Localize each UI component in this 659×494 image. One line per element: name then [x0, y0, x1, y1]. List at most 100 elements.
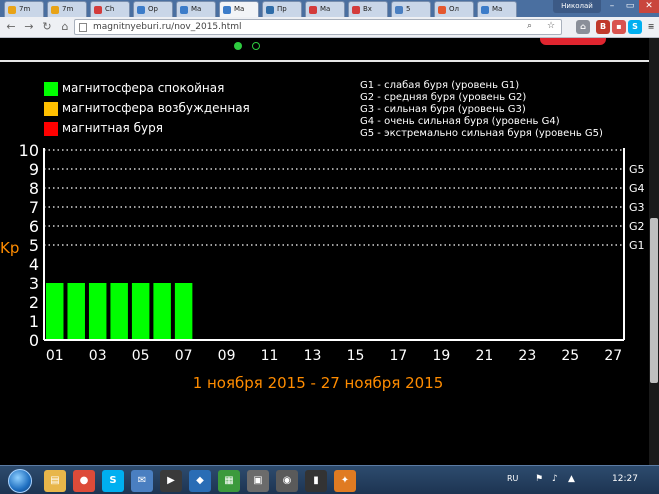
browser-tab[interactable]: 7m — [4, 1, 44, 17]
app-blue-taskbar-icon[interactable]: ◆ — [189, 470, 211, 492]
x-tick-label: 05 — [132, 348, 150, 364]
forward-arrow-icon[interactable]: → — [22, 20, 36, 34]
address-bar[interactable]: magnitnyeburi.ru/nov_2015.html ⌕ ☆ — [74, 19, 562, 35]
back-arrow-icon[interactable]: ← — [4, 20, 18, 34]
tab-favicon-icon — [51, 6, 59, 14]
tab-label: Ma — [191, 5, 202, 13]
tab-label: 7m — [62, 5, 74, 13]
browser-toolbar: ← → ↻ ⌂ magnitnyeburi.ru/nov_2015.html ⌕… — [0, 17, 659, 38]
star-icon[interactable]: ☆ — [547, 21, 555, 31]
menu-icon[interactable]: ≡ — [644, 20, 658, 34]
tab-label: Пр — [277, 5, 287, 13]
y-tick-label: 0 — [29, 331, 39, 350]
tab-favicon-icon — [395, 6, 403, 14]
y-axis-title: Kp — [0, 239, 19, 257]
chrome-taskbar-icon[interactable]: ● — [73, 470, 95, 492]
app-grey-taskbar-icon[interactable]: ▣ — [247, 470, 269, 492]
tab-favicon-icon — [309, 6, 317, 14]
tray-flag-icon[interactable]: ⚑ — [535, 474, 543, 484]
browser-tab[interactable]: 7m — [47, 1, 87, 17]
user-profile-badge[interactable]: Николай — [553, 0, 601, 13]
g-level-label: G1 — [629, 239, 645, 252]
app-green-taskbar-icon[interactable]: ▦ — [218, 470, 240, 492]
y-tick-label: 5 — [29, 236, 39, 255]
x-tick-label: 09 — [218, 348, 236, 364]
mail-taskbar-icon[interactable]: ✉ — [131, 470, 153, 492]
y-tick-label: 2 — [29, 293, 39, 312]
x-tick-label: 21 — [475, 348, 493, 364]
tab-favicon-icon — [8, 6, 16, 14]
url-text[interactable]: magnitnyeburi.ru/nov_2015.html — [93, 22, 242, 32]
reload-icon[interactable]: ↻ — [40, 20, 54, 34]
y-tick-label: 4 — [29, 255, 39, 274]
tab-label: Ch — [105, 5, 115, 13]
browser-tab[interactable]: Ma — [176, 1, 216, 17]
browser-tab[interactable]: Пр — [262, 1, 302, 17]
x-tick-label: 25 — [561, 348, 579, 364]
network-icon[interactable]: ▲ — [568, 474, 575, 484]
kp-bar — [131, 283, 150, 340]
browser-tab[interactable]: Ma — [305, 1, 345, 17]
page-content: магнитосфера спокойная магнитосфера возб… — [0, 38, 659, 465]
g-level-label: G2 — [629, 220, 645, 233]
app-orange-taskbar-icon[interactable]: ✦ — [334, 470, 356, 492]
app-media-taskbar-icon[interactable]: ◉ — [276, 470, 298, 492]
x-tick-label: 19 — [432, 348, 450, 364]
y-tick-label: 6 — [29, 217, 39, 236]
windows-taskbar: ▤ ● S ✉ ▶ ◆ ▦ ▣ ◉ ▮ ✦ RU ⚑ ♪ ▲ 12:27 — [0, 465, 659, 494]
x-tick-label: 13 — [304, 348, 322, 364]
y-tick-label: 3 — [29, 274, 39, 293]
tab-label: Ma — [320, 5, 331, 13]
explorer-taskbar-icon[interactable]: ▤ — [44, 470, 66, 492]
x-tick-label: 27 — [604, 348, 622, 364]
kp-bar — [67, 283, 85, 340]
tab-favicon-icon — [180, 6, 188, 14]
kp-bar — [110, 283, 128, 340]
x-tick-label: 07 — [175, 348, 193, 364]
tab-label: Op — [148, 5, 158, 13]
browser-tab[interactable]: Ch — [90, 1, 130, 17]
kp-bar — [46, 283, 64, 340]
x-tick-label: 15 — [347, 348, 365, 364]
tab-label: Ma — [234, 5, 245, 13]
tab-favicon-icon — [94, 6, 102, 14]
browser-tab[interactable]: 5 — [391, 1, 431, 17]
kp-bar — [174, 283, 193, 340]
close-window-icon[interactable]: ✕ — [639, 0, 659, 13]
scrollbar-thumb[interactable] — [650, 218, 658, 383]
y-tick-label: 8 — [29, 179, 39, 198]
start-button[interactable] — [8, 469, 32, 493]
tab-label: Ол — [449, 5, 459, 13]
minimize-icon[interactable]: – — [603, 0, 621, 13]
maximize-icon[interactable]: ▭ — [621, 0, 639, 13]
y-tick-label: 10 — [19, 141, 39, 160]
g-level-label: G4 — [629, 182, 645, 195]
home-icon[interactable]: ⌂ — [58, 20, 72, 34]
language-indicator[interactable]: RU — [507, 474, 518, 483]
skype-extension-icon[interactable]: S — [628, 20, 642, 34]
tab-label: 5 — [406, 5, 411, 13]
media-taskbar-icon[interactable]: ▶ — [160, 470, 182, 492]
kp-bar — [88, 283, 107, 340]
extension-red-icon[interactable]: ▪ — [612, 20, 626, 34]
skype-taskbar-icon[interactable]: S — [102, 470, 124, 492]
app-terminal-taskbar-icon[interactable]: ▮ — [305, 470, 327, 492]
y-tick-label: 1 — [29, 312, 39, 331]
extension-b-icon[interactable]: B — [596, 20, 610, 34]
y-tick-label: 7 — [29, 198, 39, 217]
tab-favicon-icon — [223, 6, 231, 14]
browser-tab[interactable]: Ma — [219, 1, 259, 17]
tab-favicon-icon — [137, 6, 145, 14]
clock[interactable]: 12:27 — [612, 474, 638, 484]
search-icon[interactable]: ⌕ — [527, 21, 532, 31]
browser-tab[interactable]: Ол — [434, 1, 474, 17]
g-level-label: G3 — [629, 201, 645, 214]
tab-label: 7m — [19, 5, 31, 13]
extension-icon[interactable]: ⌂ — [576, 20, 590, 34]
volume-icon[interactable]: ♪ — [552, 474, 558, 484]
y-tick-label: 9 — [29, 160, 39, 179]
browser-tab[interactable]: Ma — [477, 1, 517, 17]
browser-tab[interactable]: Op — [133, 1, 173, 17]
browser-tab[interactable]: Вх — [348, 1, 388, 17]
tab-favicon-icon — [481, 6, 489, 14]
